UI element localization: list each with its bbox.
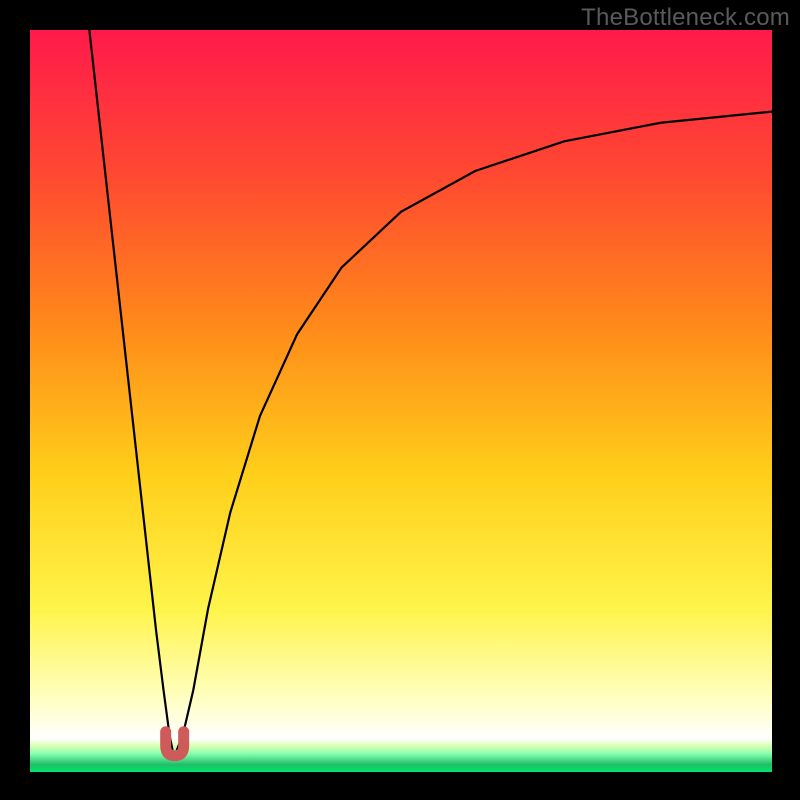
chart-frame: TheBottleneck.com	[0, 0, 800, 800]
watermark-text: TheBottleneck.com	[581, 4, 790, 32]
plot-area	[30, 30, 772, 772]
plot-svg	[30, 30, 772, 772]
gradient-background	[30, 30, 772, 772]
